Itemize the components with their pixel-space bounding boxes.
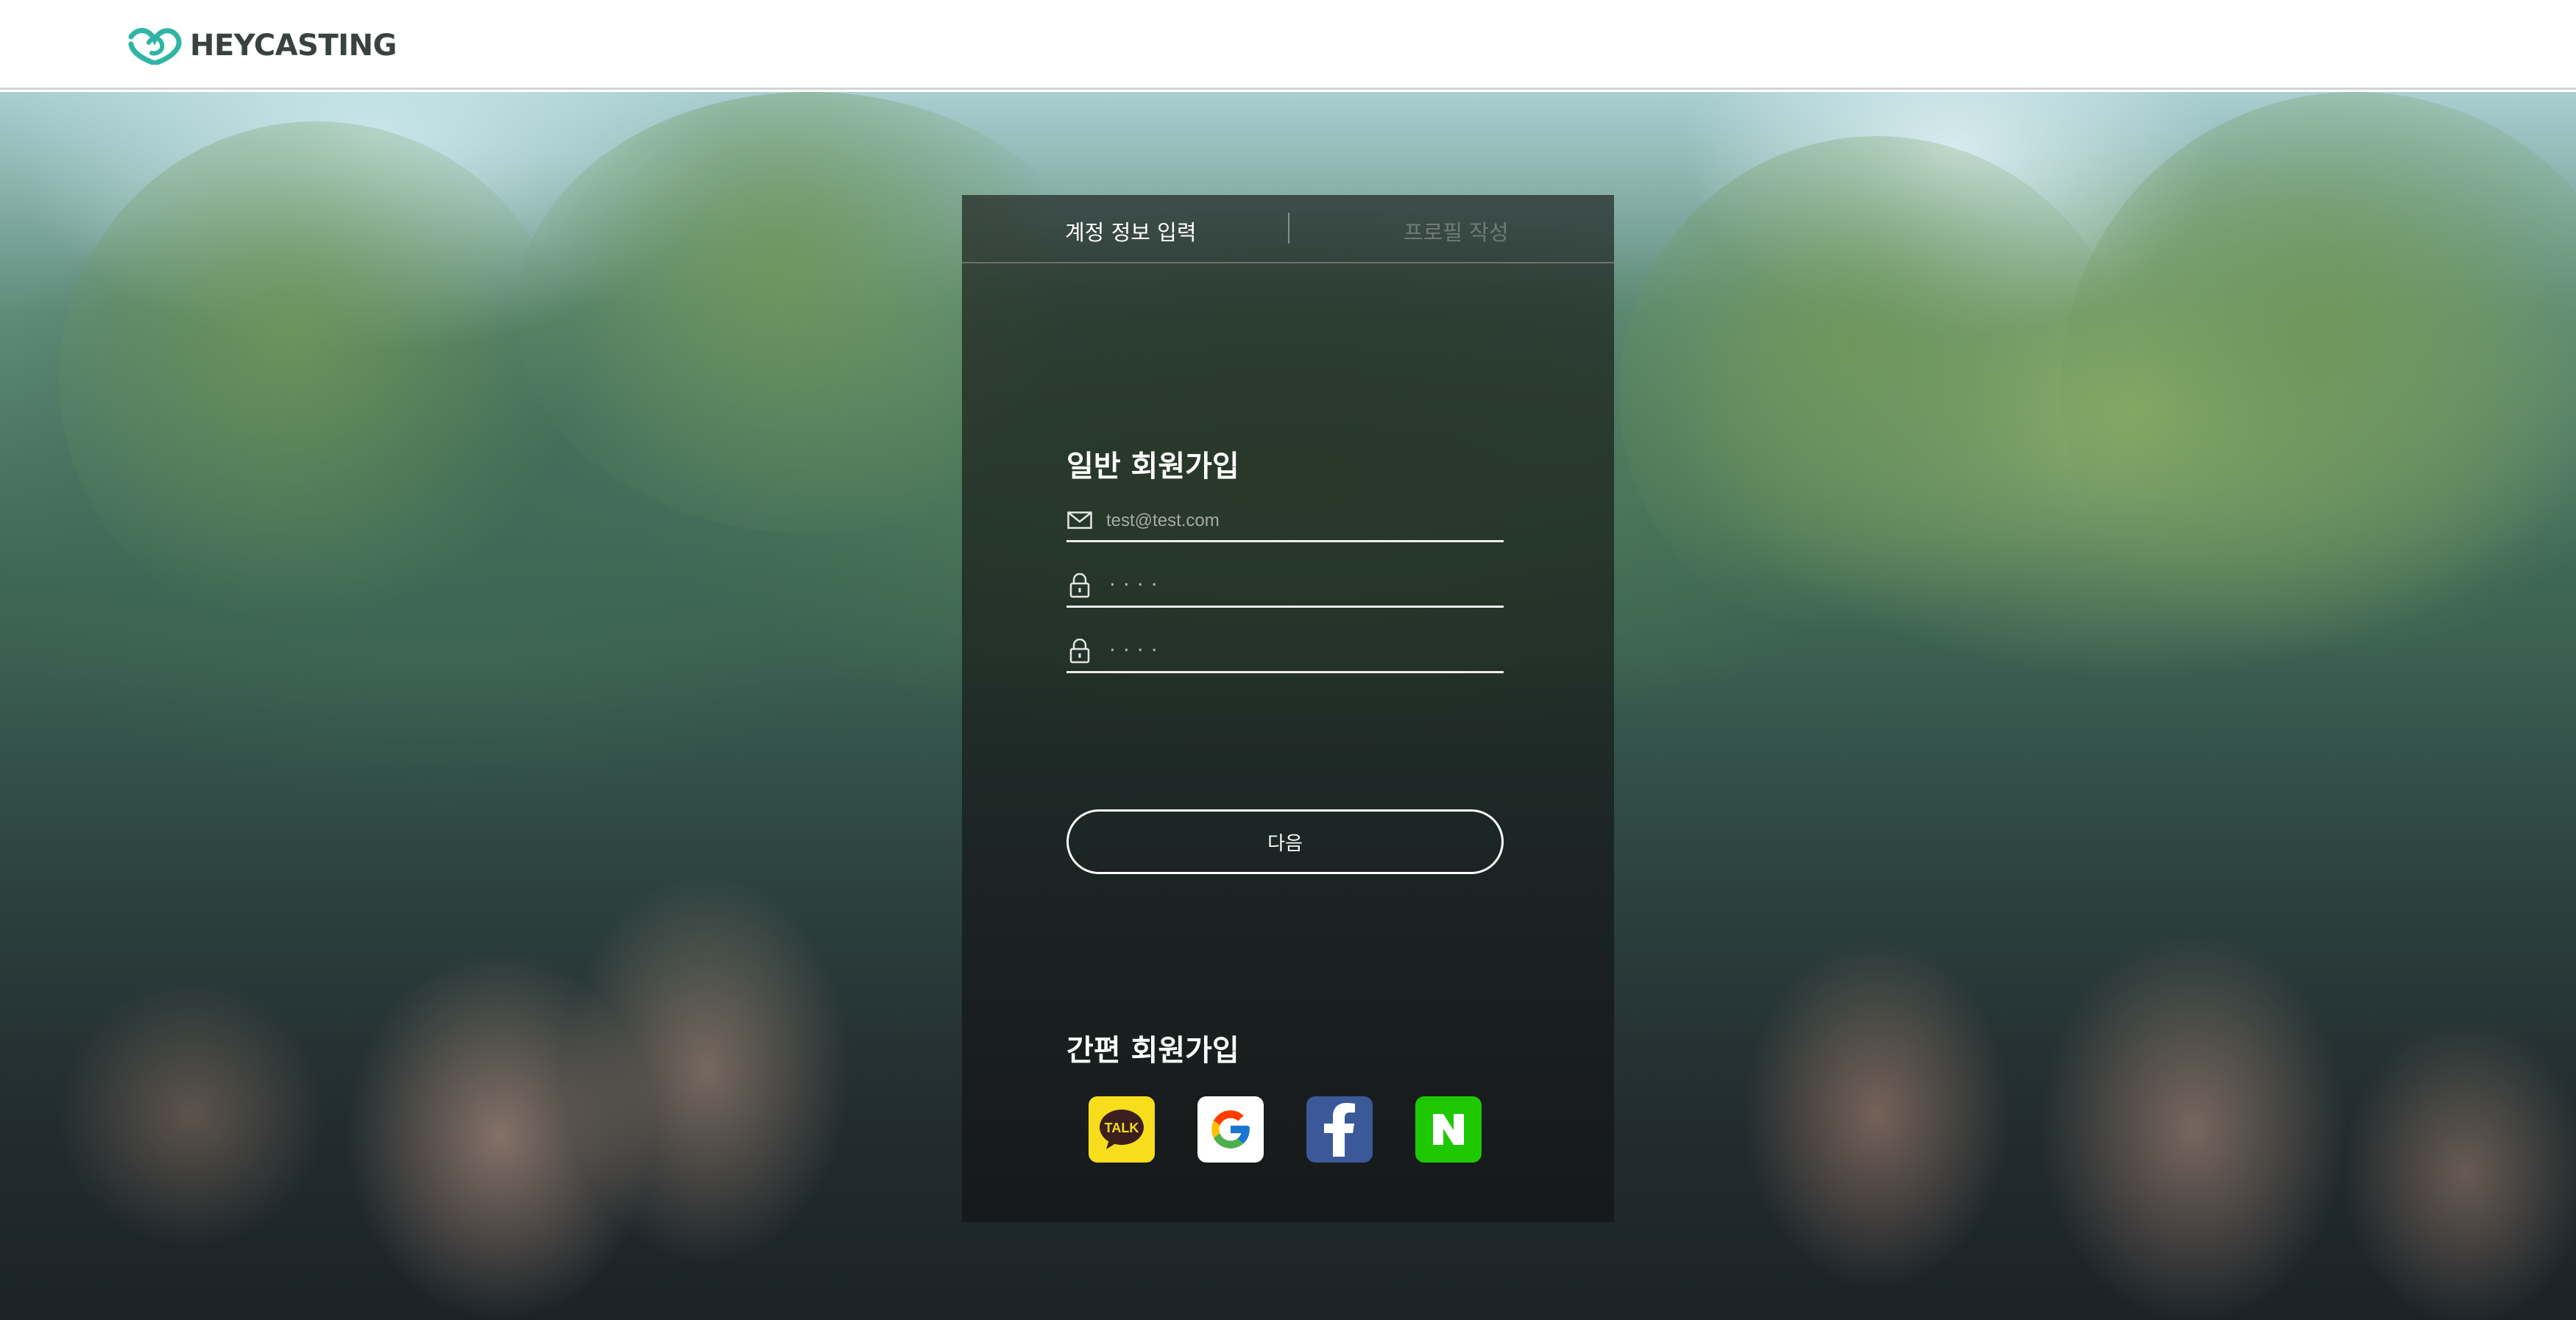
social-login-row: TALK xyxy=(1089,1096,1482,1163)
password-confirm-field: ···· xyxy=(1066,632,1504,673)
signup-card: 계정 정보 입력 프로필 작성 일반 회원가입 ···· xyxy=(962,195,1614,1222)
password-input[interactable] xyxy=(1106,571,1496,602)
email-field xyxy=(1066,501,1504,542)
naver-login-button[interactable] xyxy=(1415,1096,1482,1163)
next-button[interactable]: 다음 xyxy=(1066,809,1504,874)
facebook-login-button[interactable] xyxy=(1306,1096,1373,1163)
logo-text: HEYCASTING xyxy=(190,29,397,63)
kakao-login-button[interactable]: TALK xyxy=(1089,1096,1155,1163)
password-confirm-input[interactable] xyxy=(1106,636,1496,667)
lock-icon xyxy=(1066,638,1093,664)
password-field: ···· xyxy=(1066,567,1504,608)
mail-icon xyxy=(1066,507,1093,533)
step-profile: 프로필 작성 xyxy=(1404,220,1509,245)
kakao-talk-icon: TALK xyxy=(1100,1110,1144,1149)
step-divider xyxy=(1288,213,1289,244)
facebook-icon xyxy=(1324,1103,1355,1157)
step-account-info: 계정 정보 입력 xyxy=(1065,220,1197,245)
top-header: HEYCASTING xyxy=(0,0,2576,90)
email-input[interactable] xyxy=(1106,505,1496,536)
simple-signup-title: 간편 회원가입 xyxy=(1066,1034,1239,1068)
kakao-talk-text: TALK xyxy=(1105,1121,1139,1135)
signup-steps: 계정 정보 입력 프로필 작성 xyxy=(962,195,1614,263)
google-icon xyxy=(1211,1110,1250,1149)
google-login-button[interactable] xyxy=(1197,1096,1264,1163)
heart-logo-icon xyxy=(128,28,182,65)
general-signup-title: 일반 회원가입 xyxy=(1066,450,1239,483)
lock-icon xyxy=(1066,572,1093,599)
naver-icon xyxy=(1433,1114,1464,1145)
logo[interactable]: HEYCASTING xyxy=(127,25,397,66)
